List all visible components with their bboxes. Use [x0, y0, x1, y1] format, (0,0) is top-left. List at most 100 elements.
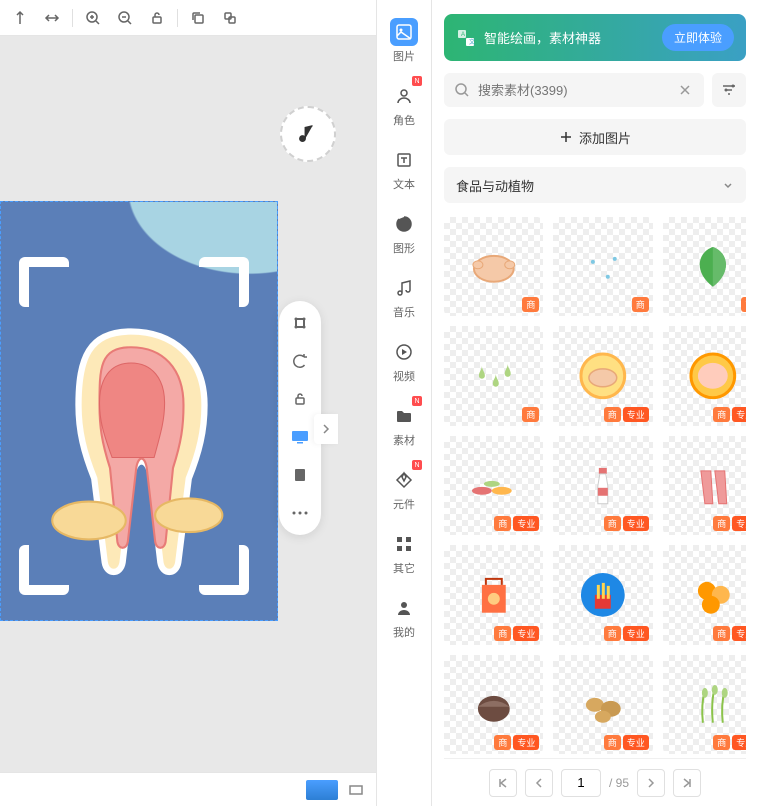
- zoom-in-button[interactable]: [79, 4, 107, 32]
- badge: N: [412, 460, 422, 470]
- asset-meat[interactable]: 商专业: [663, 436, 746, 535]
- asset-tags: 商: [632, 297, 649, 312]
- translate-icon: A文: [456, 28, 476, 48]
- badge: N: [412, 76, 422, 86]
- align-horizontal-button[interactable]: [38, 4, 66, 32]
- grid-icon: [390, 530, 418, 558]
- copy-button[interactable]: [184, 4, 212, 32]
- asset-potatoes[interactable]: 商专业: [553, 655, 652, 754]
- badge: N: [412, 396, 422, 406]
- unlock-button[interactable]: [143, 4, 171, 32]
- plus-icon: [559, 130, 573, 144]
- svg-text:文: 文: [469, 38, 475, 46]
- asset-tags: 商专业: [604, 626, 649, 641]
- stage-thumbnail-button[interactable]: [306, 780, 338, 800]
- nav-item-person[interactable]: 我的: [382, 590, 426, 644]
- asset-nut[interactable]: 商专业: [444, 655, 543, 754]
- asset-chicken[interactable]: 商: [444, 217, 543, 316]
- page-next-button[interactable]: [637, 769, 665, 797]
- asset-fries[interactable]: 商专业: [553, 545, 652, 644]
- asset-tags: 商专业: [713, 407, 746, 422]
- nav-item-component[interactable]: 元件 N: [382, 462, 426, 516]
- asset-bottle[interactable]: 商专业: [553, 436, 652, 535]
- try-now-button[interactable]: 立即体验: [662, 24, 734, 51]
- asset-tags: 商专业: [604, 735, 649, 750]
- zoom-out-button[interactable]: [111, 4, 139, 32]
- user-icon: [390, 82, 418, 110]
- search-icon: [454, 82, 470, 98]
- canvas[interactable]: [0, 36, 376, 772]
- asset-tags: 商: [522, 297, 539, 312]
- lock-button[interactable]: [290, 389, 310, 409]
- nav-label: 素材: [393, 432, 415, 448]
- asset-tags: 商专业: [494, 735, 539, 750]
- rotate-button[interactable]: [290, 351, 310, 371]
- separator: [177, 9, 178, 27]
- top-toolbar: [0, 0, 376, 36]
- page-total: / 95: [609, 776, 629, 790]
- layer-button[interactable]: [290, 465, 310, 485]
- more-button[interactable]: [290, 503, 310, 523]
- nav-item-grid[interactable]: 其它: [382, 526, 426, 580]
- asset-tags: 商专业: [494, 626, 539, 641]
- search-input[interactable]: [478, 83, 668, 98]
- panel-collapse-button[interactable]: [314, 414, 338, 444]
- nav-item-folder[interactable]: 素材 N: [382, 398, 426, 452]
- selected-image[interactable]: [0, 201, 278, 621]
- asset-patty[interactable]: 商专业: [663, 326, 746, 425]
- nav-label: 音乐: [393, 304, 415, 320]
- music-icon: [390, 274, 418, 302]
- crop-corner-tr[interactable]: [199, 257, 249, 307]
- svg-text:A: A: [461, 32, 465, 38]
- category-label: 食品与动植物: [456, 176, 534, 195]
- asset-drops[interactable]: 商: [444, 326, 543, 425]
- asset-leaf[interactable]: 商: [663, 217, 746, 316]
- page-list-icon[interactable]: [348, 782, 364, 798]
- video-icon: [390, 338, 418, 366]
- sidebar-nav: 图片角色 N 文本图形音乐视频素材 N 元件 N 其它我的: [376, 0, 432, 806]
- asset-chicken-circle[interactable]: 商专业: [553, 326, 652, 425]
- asset-plates[interactable]: 商专业: [444, 436, 543, 535]
- asset-tags: 商专业: [713, 735, 746, 750]
- nav-label: 我的: [393, 624, 415, 640]
- duplicate-button[interactable]: [216, 4, 244, 32]
- text-icon: [390, 146, 418, 174]
- asset-tags: 商专业: [604, 407, 649, 422]
- canvas-footer: [0, 772, 376, 806]
- tooth-illustration: [26, 307, 236, 587]
- nav-item-video[interactable]: 视频: [382, 334, 426, 388]
- nav-item-shape[interactable]: 图形: [382, 206, 426, 260]
- nav-item-user[interactable]: 角色 N: [382, 78, 426, 132]
- nav-item-music[interactable]: 音乐: [382, 270, 426, 324]
- canvas-area: [0, 0, 376, 806]
- asset-biscuits[interactable]: 商专业: [663, 545, 746, 644]
- nav-label: 图片: [393, 48, 415, 64]
- nav-label: 图形: [393, 240, 415, 256]
- page-first-button[interactable]: [489, 769, 517, 797]
- asset-tags: 商: [741, 297, 746, 312]
- nav-label: 视频: [393, 368, 415, 384]
- page-prev-button[interactable]: [525, 769, 553, 797]
- music-button[interactable]: [280, 106, 336, 162]
- page-input[interactable]: [561, 769, 601, 797]
- page-last-button[interactable]: [673, 769, 701, 797]
- ai-banner: A文 智能绘画，素材神器 立即体验: [444, 14, 746, 61]
- clear-search-button[interactable]: [676, 81, 694, 99]
- asset-tags: 商专业: [713, 516, 746, 531]
- display-button[interactable]: [290, 427, 310, 447]
- nav-label: 角色: [393, 112, 415, 128]
- category-select[interactable]: 食品与动植物: [444, 167, 746, 203]
- asset-bag[interactable]: 商专业: [444, 545, 543, 644]
- crop-corner-tl[interactable]: [19, 257, 69, 307]
- chevron-down-icon: [722, 179, 734, 191]
- nav-item-image[interactable]: 图片: [382, 14, 426, 68]
- nav-label: 元件: [393, 496, 415, 512]
- nav-item-text[interactable]: 文本: [382, 142, 426, 196]
- add-image-label: 添加图片: [579, 128, 631, 147]
- filter-button[interactable]: [712, 73, 746, 107]
- align-vertical-button[interactable]: [6, 4, 34, 32]
- asset-wheat[interactable]: 商专业: [663, 655, 746, 754]
- add-image-button[interactable]: 添加图片: [444, 119, 746, 155]
- crop-tool-button[interactable]: [290, 313, 310, 333]
- asset-dots[interactable]: 商: [553, 217, 652, 316]
